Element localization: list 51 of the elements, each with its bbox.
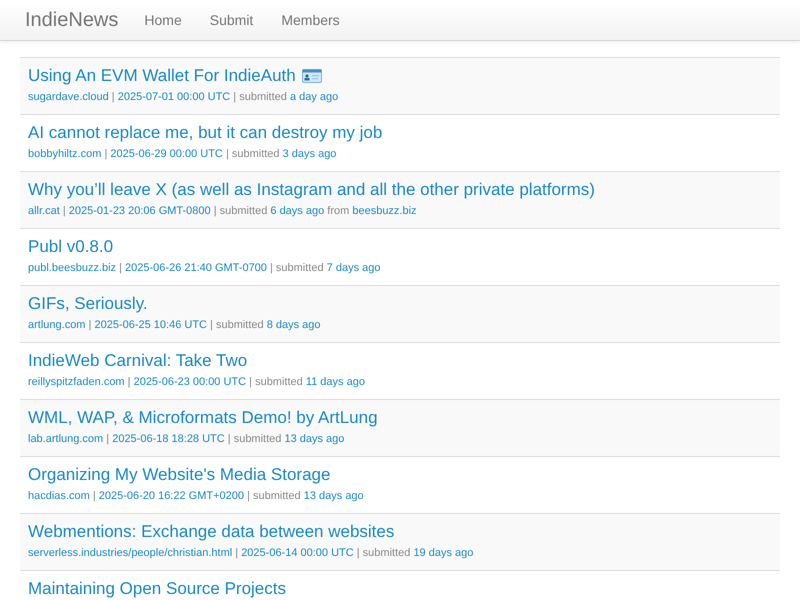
meta-link[interactable]: artlung.com (28, 319, 86, 331)
post-meta: sugardave.cloud | 2025-07-01 00:00 UTC | submitted a day ago (28, 91, 340, 103)
meta-link[interactable]: 2025-06-20 16:22 GMT+0200 (98, 490, 244, 502)
post-meta: reillyspitzfaden.com | 2025-06-23 00:00 UTC | submitted 11 days ago (28, 376, 366, 388)
post-title-link[interactable]: WML, WAP, & Microformats Demo! by ArtLung (28, 408, 378, 428)
meta-link[interactable]: hacdias.com (28, 490, 90, 502)
meta-link[interactable]: 19 days ago (413, 547, 474, 559)
meta-link[interactable]: 2025-06-23 00:00 UTC (134, 376, 246, 388)
post-title-link[interactable]: AI cannot replace me, but it can destroy my job (28, 123, 382, 143)
meta-link[interactable]: publ.beesbuzz.biz (28, 262, 116, 274)
post-meta: serverless.industries/people/christian.html | 2025-06-14 00:00 UTC | submitted 19 days ago (28, 547, 474, 559)
meta-link[interactable]: 2025-01-23 20:06 GMT-0800 (68, 205, 211, 217)
meta-link[interactable]: 2025-07-01 00:00 UTC (118, 91, 230, 103)
meta-link[interactable]: 2025-06-26 21:40 GMT-0700 (125, 262, 267, 274)
meta-link[interactable]: 13 days ago (304, 490, 364, 502)
meta-link[interactable]: sugardave.cloud (28, 91, 109, 103)
meta-link[interactable]: 2025-06-14 00:00 UTC (241, 547, 354, 559)
meta-link[interactable]: a day ago (290, 91, 338, 103)
meta-link[interactable]: 2025-06-29 00:00 UTC (110, 148, 223, 160)
post-title-link[interactable]: Organizing My Website's Media Storage (28, 465, 330, 485)
meta-link[interactable]: 2025-06-25 10:46 UTC (94, 319, 207, 331)
post-meta: lab.artlung.com | 2025-06-18 18:28 UTC | submitted 13 days ago (28, 433, 346, 445)
post-title-link[interactable]: Why you’ll leave X (as well as Instagram and all the other private platforms) (28, 180, 595, 200)
meta-link[interactable]: reillyspitzfaden.com (28, 376, 125, 388)
meta-link[interactable]: lab.artlung.com (28, 433, 104, 445)
post-title-link[interactable]: Maintaining Open Source Projects (28, 579, 286, 599)
meta-link[interactable]: 13 days ago (284, 433, 344, 445)
meta-link[interactable]: allr.cat (28, 205, 60, 217)
site-logo[interactable]: IndieNews (25, 8, 118, 32)
post-meta: bobbyhiltz.com | 2025-06-29 00:00 UTC | submitted 3 days ago (28, 148, 338, 160)
post-title-link[interactable]: Publ v0.8.0 (28, 237, 114, 257)
nav-link[interactable]: Members (267, 2, 354, 38)
meta-link[interactable]: beesbuzz.biz (352, 205, 417, 217)
meta-link[interactable]: 2025-06-18 18:28 UTC (112, 433, 225, 445)
post-title-link[interactable]: Using An EVM Wallet For IndieAuth (28, 66, 296, 86)
meta-link[interactable]: 8 days ago (266, 319, 321, 331)
post-meta: artlung.com | 2025-06-25 10:46 UTC | submitted 8 days ago (28, 319, 322, 331)
post-title-link[interactable]: GIFs, Seriously. (28, 294, 148, 314)
post-title-link[interactable]: IndieWeb Carnival: Take Two (28, 351, 248, 371)
post-meta: allr.cat | 2025-01-23 20:06 GMT-0800 | submitted 6 days ago from beesbuzz.biz (28, 205, 418, 217)
meta-link[interactable]: 3 days ago (282, 148, 336, 160)
nav-link[interactable]: Home (130, 2, 196, 38)
nav-link[interactable]: Submit (196, 2, 268, 38)
meta-link[interactable]: 6 days ago (270, 205, 324, 217)
meta-link[interactable]: serverless.industries/people/christian.html (28, 547, 232, 559)
post-meta: publ.beesbuzz.biz | 2025-06-26 21:40 GMT-0700 | submitted 7 days ago (28, 262, 382, 274)
meta-link[interactable]: 11 days ago (306, 376, 365, 388)
meta-link[interactable]: bobbyhiltz.com (28, 148, 102, 160)
post-meta: hacdias.com | 2025-06-20 16:22 GMT+0200 | submitted 13 days ago (28, 490, 365, 502)
post-title-link[interactable]: Webmentions: Exchange data between websites (28, 522, 394, 542)
meta-link[interactable]: 7 days ago (326, 262, 380, 274)
